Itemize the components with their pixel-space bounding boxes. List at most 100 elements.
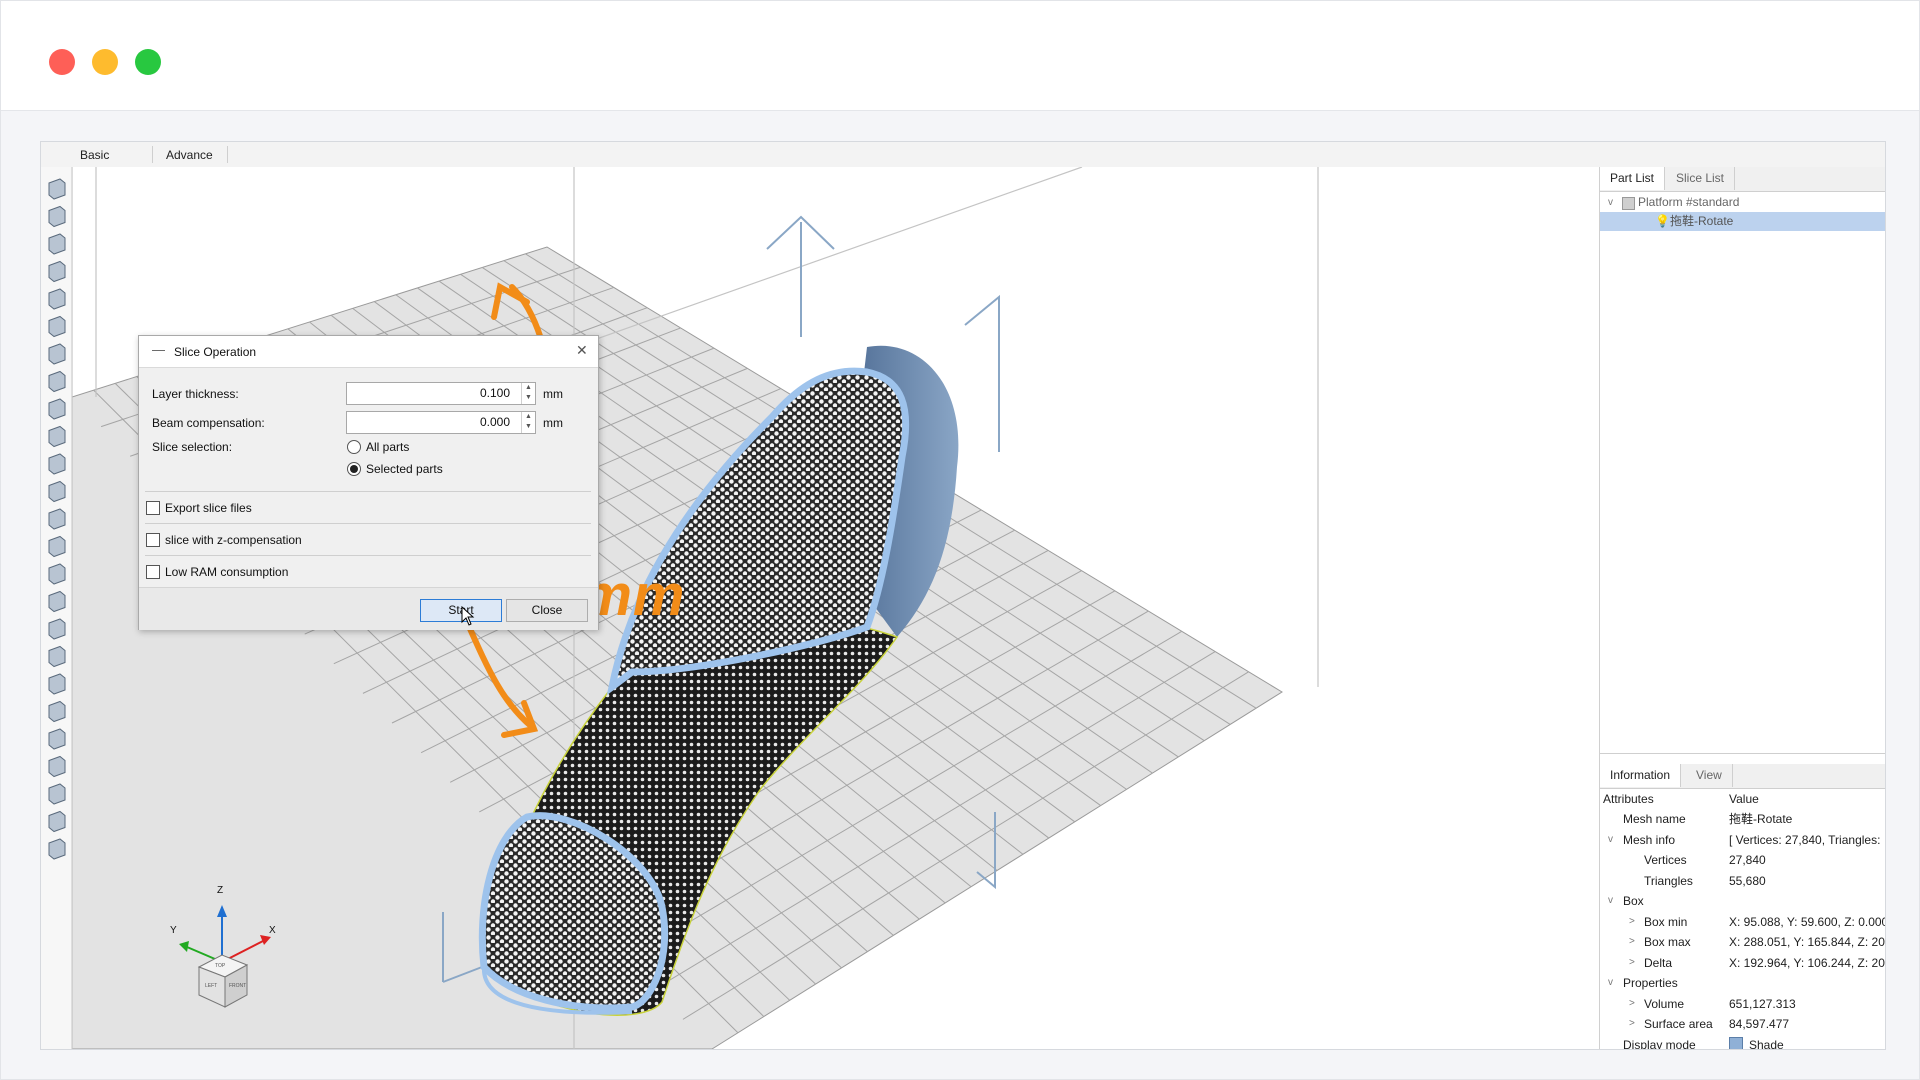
shade-mode-icon (1729, 1036, 1743, 1049)
zoom-selected-icon[interactable] (48, 398, 66, 420)
cube-top-icon[interactable] (48, 288, 66, 310)
hollow-icon[interactable] (48, 838, 66, 860)
cube-back-icon[interactable] (48, 205, 66, 228)
dialog-title: Slice Operation (174, 345, 257, 359)
triangle-tool-icon[interactable] (48, 700, 66, 723)
cube-right-icon[interactable] (48, 260, 66, 283)
attribute-row[interactable]: v Box (1600, 891, 1885, 911)
platform-label: Platform #standard (1638, 195, 1740, 209)
layer-thickness-input[interactable]: 0.100 ▲ ▼ (346, 382, 536, 405)
mirror-icon[interactable] (48, 810, 66, 833)
attributes-header-value: Value (1729, 792, 1759, 806)
attribute-value: X: 192.964, Y: 106.244, Z: 20 (1729, 955, 1885, 970)
attribute-row[interactable]: v Properties (1600, 973, 1885, 993)
tab-slice-list[interactable]: Slice List (1666, 167, 1736, 190)
sphere-icon[interactable] (48, 673, 66, 695)
zoom-fit-icon[interactable] (48, 370, 66, 393)
attribute-value: X: 288.051, Y: 165.844, Z: 20 (1729, 935, 1885, 949)
attribute-row[interactable]: > Box min X: 95.088, Y: 59.600, Z: 0.000 (1600, 912, 1886, 932)
slice-operation-dialog: — Slice Operation ✕ Layer thickness: 0.1… (138, 335, 599, 630)
cut-icon[interactable] (48, 783, 66, 805)
attribute-row[interactable]: v Mesh info [ Vertices: 27,840, Triangles: (1600, 830, 1885, 850)
expand-caret-icon[interactable]: v (1608, 891, 1613, 911)
layer-thickness-label: Layer thickness: (152, 387, 239, 401)
attribute-value: 55,680 (1729, 873, 1766, 888)
close-button[interactable]: Close (506, 599, 588, 622)
zoom-icon[interactable] (48, 453, 66, 475)
cursor-icon (461, 606, 475, 626)
rotate-icon[interactable] (48, 563, 66, 585)
attribute-row[interactable]: > Box max X: 288.051, Y: 165.844, Z: 20 (1600, 932, 1885, 952)
tree-item-part[interactable]: 💡 拖鞋-Rotate (1600, 212, 1885, 231)
orientation-cube[interactable]: Z X Y TOP LEFT FRONT (147, 877, 287, 1017)
all-parts-label: All parts (366, 440, 410, 454)
cube-left-icon[interactable] (48, 233, 66, 255)
view-toolbar (41, 167, 72, 1049)
browser-window: Basic Advance Z X Y TOP LEFT FRONT mm — … (0, 0, 1920, 1080)
attribute-value: X: 95.088, Y: 59.600, Z: 0.000 (1729, 914, 1886, 929)
right-panel: Part List Slice List v Platform #standar… (1599, 167, 1886, 1050)
tab-advance[interactable]: Advance (166, 148, 213, 162)
arrow-left-icon[interactable] (48, 480, 66, 503)
tree-item-platform[interactable]: v Platform #standard (1600, 193, 1885, 212)
all-parts-radio[interactable] (347, 440, 361, 454)
platform-icon (1622, 197, 1635, 210)
spin-arrows-icon[interactable]: ▲ ▼ (521, 383, 535, 404)
move-icon[interactable] (48, 728, 66, 750)
attribute-key: Display mode (1623, 1037, 1696, 1050)
low-ram-label: Low RAM consumption (165, 565, 289, 579)
tab-information[interactable]: Information (1600, 764, 1682, 787)
export-slice-files-checkbox[interactable] (146, 501, 160, 515)
cube-left-label: LEFT (205, 983, 218, 989)
cube-iso-icon[interactable] (48, 343, 66, 365)
cube-front-label: FRONT (229, 983, 247, 989)
shell-icon[interactable] (48, 618, 66, 640)
attribute-value: [ Vertices: 27,840, Triangles: (1729, 832, 1881, 847)
info-tabs: Information View (1600, 764, 1885, 789)
collapse-caret-icon[interactable]: > (1629, 912, 1635, 932)
attribute-key: Triangles (1644, 873, 1693, 888)
3d-viewport[interactable]: Z X Y TOP LEFT FRONT Accuracy: 0.1 mm — … (72, 167, 1635, 1049)
expand-caret-icon[interactable]: v (1608, 830, 1613, 850)
collapse-icon[interactable]: — (152, 342, 165, 357)
hexagon-icon[interactable] (48, 645, 66, 668)
tab-view[interactable]: View (1686, 764, 1733, 787)
collapse-caret-icon[interactable]: > (1629, 932, 1635, 952)
scale-icon[interactable] (48, 755, 66, 778)
cube-top-label: TOP (215, 963, 226, 969)
expand-caret-icon[interactable]: v (1608, 973, 1613, 993)
z-compensation-checkbox[interactable] (146, 533, 160, 547)
tab-basic[interactable]: Basic (80, 148, 109, 162)
square-icon[interactable] (48, 508, 66, 530)
cube-bottom-icon[interactable] (48, 315, 66, 338)
x-axis-label: X (269, 925, 276, 936)
attribute-row: Mesh name 拖鞋-Rotate (1600, 809, 1885, 829)
close-window-button[interactable] (49, 49, 75, 75)
collapse-caret-icon[interactable]: > (1629, 953, 1635, 973)
part-tabs: Part List Slice List (1600, 167, 1885, 192)
beam-compensation-input[interactable]: 0.000 ▲ ▼ (346, 411, 536, 434)
selected-parts-label: Selected parts (366, 462, 443, 476)
zoom-window-icon[interactable] (48, 425, 66, 448)
minimize-window-button[interactable] (92, 49, 118, 75)
attribute-row[interactable]: > Volume 651,127.313 (1600, 994, 1885, 1014)
dialog-footer: Start Close (139, 587, 598, 630)
plane-icon[interactable] (48, 535, 66, 558)
collapse-caret-icon[interactable]: > (1629, 994, 1635, 1014)
attribute-row[interactable]: > Surface area 84,597.477 (1600, 1014, 1885, 1034)
cube-front-icon[interactable] (48, 178, 66, 200)
collapse-caret-icon[interactable]: > (1629, 1014, 1635, 1034)
attribute-key: Box (1623, 894, 1644, 908)
tab-part-list[interactable]: Part List (1600, 167, 1666, 190)
maximize-window-button[interactable] (135, 49, 161, 75)
attribute-key: Mesh name (1623, 812, 1686, 826)
spin-arrows-icon[interactable]: ▲ ▼ (521, 412, 535, 433)
low-ram-checkbox[interactable] (146, 565, 160, 579)
attribute-key: Vertices (1644, 853, 1687, 867)
attributes-header: Attributes Value (1600, 789, 1885, 809)
attribute-row[interactable]: > Delta X: 192.964, Y: 106.244, Z: 20 (1600, 953, 1885, 973)
attribute-key: Box min (1644, 914, 1688, 929)
box-icon[interactable] (48, 590, 66, 613)
selected-parts-radio[interactable] (347, 462, 361, 476)
close-icon[interactable]: ✕ (576, 342, 588, 359)
